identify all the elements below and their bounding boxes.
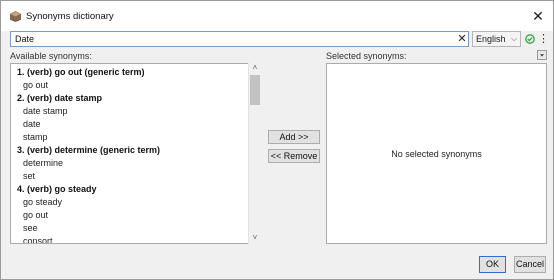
window-title: Synonyms dictionary xyxy=(26,11,114,22)
cancel-button[interactable]: Cancel xyxy=(514,256,546,273)
search-input[interactable] xyxy=(10,31,469,47)
chevron-down-icon[interactable]: ⌵ xyxy=(509,32,519,46)
add-button[interactable]: Add >> xyxy=(268,130,320,144)
empty-selection-message: No selected synonyms xyxy=(391,149,482,159)
synonym-item[interactable]: go out xyxy=(23,210,48,220)
synonyms-dialog: Synonyms dictionary ✕ ✕ English ⌵ ⋮ Avai… xyxy=(0,0,554,280)
available-synonyms-list: 1. (verb) go out (generic term) go out 2. … xyxy=(10,63,262,244)
app-icon xyxy=(10,11,21,22)
synonym-item[interactable]: see xyxy=(23,223,38,233)
synonym-item[interactable]: stamp xyxy=(23,132,48,142)
synonym-item[interactable]: go steady xyxy=(23,197,62,207)
scroll-up-icon[interactable]: ˄ xyxy=(250,63,260,73)
synonym-item[interactable]: date xyxy=(23,119,41,129)
synonym-item[interactable]: set xyxy=(23,171,35,181)
selected-synonyms-label: Selected synonyms: xyxy=(326,51,407,61)
scrollbar-thumb[interactable] xyxy=(250,75,260,105)
ok-button[interactable]: OK xyxy=(479,256,506,273)
synonym-group-header[interactable]: 4. (verb) go steady xyxy=(17,184,97,194)
synonym-item[interactable]: date stamp xyxy=(23,106,68,116)
synonym-group-header[interactable]: 2. (verb) date stamp xyxy=(17,93,102,103)
synonym-item[interactable]: determine xyxy=(23,158,63,168)
close-icon[interactable]: ✕ xyxy=(527,6,549,26)
synonym-item[interactable]: go out xyxy=(23,80,48,90)
more-vertical-icon[interactable]: ⋮ xyxy=(538,32,549,46)
language-select-label: English xyxy=(476,34,506,44)
check-circle-icon[interactable] xyxy=(525,34,535,44)
title-bar: Synonyms dictionary ✕ xyxy=(1,1,553,31)
synonym-item[interactable]: consort xyxy=(23,236,53,243)
remove-button[interactable]: << Remove xyxy=(268,149,320,163)
synonym-group-header[interactable]: 3. (verb) determine (generic term) xyxy=(17,145,160,155)
clear-icon[interactable]: ✕ xyxy=(456,32,468,46)
scroll-down-icon[interactable]: ˅ xyxy=(250,233,260,243)
synonym-group-header[interactable]: 1. (verb) go out (generic term) xyxy=(17,67,145,77)
dropdown-toggle-icon[interactable] xyxy=(537,50,547,60)
available-synonyms-label: Available synonyms: xyxy=(10,51,92,61)
